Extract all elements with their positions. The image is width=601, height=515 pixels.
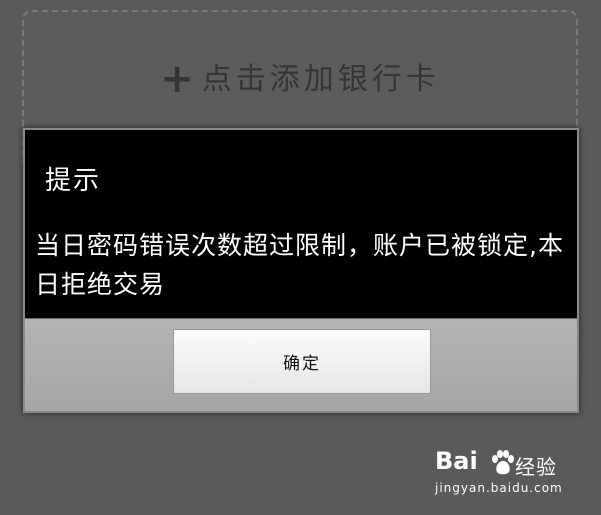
watermark-logo-text: Bai xyxy=(435,447,478,475)
baidu-jingyan-watermark: Bai 经验 jingyan.baidu.com xyxy=(435,447,571,503)
plus-icon: + xyxy=(160,56,198,102)
baidu-paw-icon xyxy=(492,450,514,475)
alert-dialog: 提示 当日密码错误次数超过限制，账户已被锁定,本日拒绝交易 确定 xyxy=(23,128,579,413)
dialog-title: 提示 xyxy=(45,166,102,196)
dialog-footer: 确定 xyxy=(25,318,577,411)
add-bank-card-label: 点击添加银行卡 xyxy=(201,62,440,97)
watermark-url: jingyan.baidu.com xyxy=(435,481,563,495)
add-bank-card-content: + 点击添加银行卡 xyxy=(24,54,576,102)
dialog-message: 当日密码错误次数超过限制，账户已被锁定,本日拒绝交易 xyxy=(35,231,564,299)
watermark-jingyan-text: 经验 xyxy=(515,455,557,479)
ok-button[interactable]: 确定 xyxy=(173,329,431,394)
